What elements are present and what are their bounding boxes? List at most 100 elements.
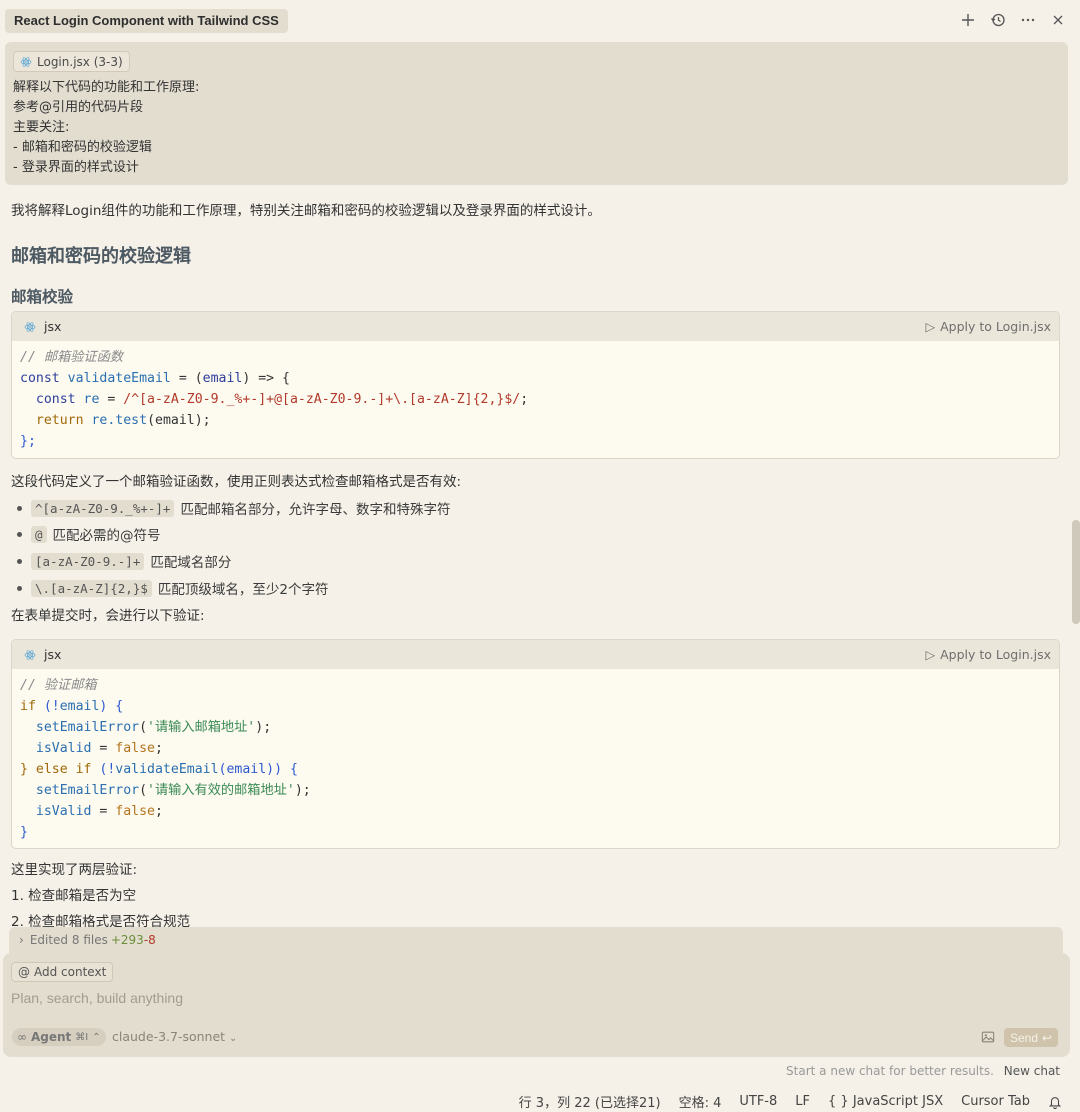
code-token: validateEmail <box>67 371 171 386</box>
code-token: (! <box>91 762 116 777</box>
explanation-paragraph: 这里实现了两层验证: <box>11 862 138 878</box>
line-ending[interactable]: LF <box>795 1094 810 1109</box>
apply-label: Apply to Login.jsx <box>940 647 1051 662</box>
code-block-header: jsx ▷ Apply to Login.jsx <box>12 640 1059 669</box>
code-token: if <box>20 699 36 714</box>
infinity-icon: ∞ <box>17 1030 27 1044</box>
list-item-text: 匹配邮箱名部分，允许字母、数字和特殊字符 <box>180 502 451 518</box>
code-string: '请输入有效的邮箱地址' <box>147 783 295 798</box>
scrollbar-thumb[interactable] <box>1072 520 1080 624</box>
user-line: - 登录界面的样式设计 <box>13 160 139 175</box>
cursor-tab[interactable]: Cursor Tab <box>961 1094 1030 1109</box>
lines-added: +293 <box>110 933 144 947</box>
assistant-intro: 我将解释Login组件的功能和工作原理，特别关注邮箱和密码的校验逻辑以及登录界面… <box>11 203 601 219</box>
code-comment: // 验证邮箱 <box>20 678 97 693</box>
code-token: const <box>20 392 76 407</box>
chat-title-tab[interactable]: React Login Component with Tailwind CSS <box>5 9 288 33</box>
code-token: = ( <box>170 371 203 386</box>
encoding[interactable]: UTF-8 <box>739 1094 777 1109</box>
code-block: jsx ▷ Apply to Login.jsx // 验证邮箱 if (!em… <box>11 639 1060 849</box>
react-icon <box>24 649 36 660</box>
code-block: jsx ▷ Apply to Login.jsx // 邮箱验证函数 const… <box>11 311 1060 459</box>
edited-files-bar[interactable]: › Edited 8 files +293 -8 <box>9 927 1063 953</box>
hint-text: Start a new chat for better results. <box>786 1064 994 1078</box>
list-item-text: 匹配顶级域名，至少2个字符 <box>157 582 329 598</box>
plus-icon[interactable] <box>960 8 976 32</box>
apply-button[interactable]: ▷ Apply to Login.jsx <box>926 319 1052 334</box>
code-token: setEmailError <box>20 720 140 735</box>
inline-code: \.[a-zA-Z]{2,}$ <box>31 579 152 597</box>
code-comment: // 邮箱验证函数 <box>20 350 123 365</box>
code-token: false <box>115 741 155 756</box>
chevron-down-icon: ⌃ <box>92 1031 101 1043</box>
edited-files-label: Edited 8 files <box>29 933 108 947</box>
code-token: ); <box>294 783 311 798</box>
status-bar: 行 3，列 22 (已选择21) 空格: 4 UTF-8 LF { } Java… <box>519 1092 1062 1111</box>
explanation-paragraph: 在表单提交时，会进行以下验证: <box>11 608 205 624</box>
list-item-text: 匹配域名部分 <box>150 555 232 571</box>
code-regex: /^[a-zA-Z0-9._%+-]+@[a-zA-Z0-9.-]+\.[a-z… <box>123 392 521 407</box>
apply-button[interactable]: ▷ Apply to Login.jsx <box>926 647 1052 662</box>
language-mode[interactable]: { } JavaScript JSX <box>828 1094 943 1109</box>
new-chat-link[interactable]: New chat <box>1004 1064 1060 1078</box>
code-token: ( <box>139 783 148 798</box>
code-token: = <box>99 392 124 407</box>
agent-label: Agent <box>31 1030 72 1044</box>
code-token: ; <box>155 741 163 756</box>
indentation[interactable]: 空格: 4 <box>679 1092 722 1111</box>
code-token: ; <box>520 392 529 407</box>
add-context-label: Add context <box>34 965 107 979</box>
context-chip[interactable]: Login.jsx (3-3) <box>13 51 130 72</box>
model-name: claude-3.7-sonnet <box>112 1029 226 1044</box>
image-icon[interactable] <box>981 1030 995 1044</box>
list-item: [a-zA-Z0-9.-]+ 匹配域名部分 <box>17 550 231 572</box>
user-message[interactable]: Login.jsx (3-3) 解释以下代码的功能和工作原理: 参考@引用的代码… <box>5 42 1068 185</box>
more-icon[interactable] <box>1020 8 1036 32</box>
code-token: isValid <box>20 804 92 819</box>
history-icon[interactable] <box>990 8 1006 32</box>
bell-icon[interactable] <box>1048 1095 1062 1109</box>
code-token: ) { <box>99 699 124 714</box>
code-token: } else if <box>20 762 92 777</box>
model-selector[interactable]: claude-3.7-sonnet ⌄ <box>112 1029 237 1044</box>
play-icon: ▷ <box>925 647 936 662</box>
code-token: ( <box>139 720 148 735</box>
inline-code: @ <box>31 525 47 543</box>
code-token: false <box>115 804 155 819</box>
new-chat-hint: Start a new chat for better results. New… <box>786 1064 1060 1078</box>
user-line: - 邮箱和密码的校验逻辑 <box>13 140 152 155</box>
agent-mode-selector[interactable]: ∞ Agent ⌘I ⌃ <box>12 1028 106 1046</box>
cursor-position[interactable]: 行 3，列 22 (已选择21) <box>519 1092 661 1111</box>
code-token: re <box>75 392 100 407</box>
send-label: Send <box>1010 1030 1039 1045</box>
close-icon[interactable] <box>1050 8 1066 32</box>
react-icon <box>24 321 36 332</box>
numbered-item: 2. 检查邮箱格式是否符合规范 <box>11 914 191 927</box>
user-line: 主要关注: <box>13 120 70 135</box>
code-token: re.test <box>83 413 148 428</box>
play-icon: ▷ <box>925 319 936 334</box>
add-context-button[interactable]: @ Add context <box>11 962 114 982</box>
code-token: }; <box>20 434 36 449</box>
code-token: email <box>59 699 100 714</box>
code-token: validateEmail <box>115 762 219 777</box>
context-chip-label: Login.jsx (3-3) <box>37 54 123 69</box>
code-token: email <box>202 371 243 386</box>
apply-label: Apply to Login.jsx <box>940 319 1051 334</box>
numbered-item: 1. 检查邮箱是否为空 <box>11 888 137 904</box>
section-heading: 邮箱和密码的校验逻辑 <box>11 246 191 267</box>
at-icon: @ <box>18 965 30 979</box>
chat-input[interactable] <box>11 988 911 1008</box>
send-button[interactable]: Send ↩ <box>1004 1028 1059 1047</box>
code-token: ; <box>155 804 163 819</box>
code-token: = <box>91 741 116 756</box>
code-token: (! <box>35 699 60 714</box>
code-token: } <box>20 825 28 840</box>
inline-code: ^[a-zA-Z0-9._%+-]+ <box>31 499 175 517</box>
code-token: = <box>91 804 116 819</box>
agent-shortcut: ⌘I <box>75 1031 89 1043</box>
subsection-heading: 邮箱校验 <box>11 288 74 306</box>
code-block-header: jsx ▷ Apply to Login.jsx <box>12 312 1059 341</box>
enter-icon: ↩ <box>1042 1030 1053 1045</box>
chat-composer: @ Add context ∞ Agent ⌘I ⌃ claude-3.7-so… <box>3 953 1070 1057</box>
